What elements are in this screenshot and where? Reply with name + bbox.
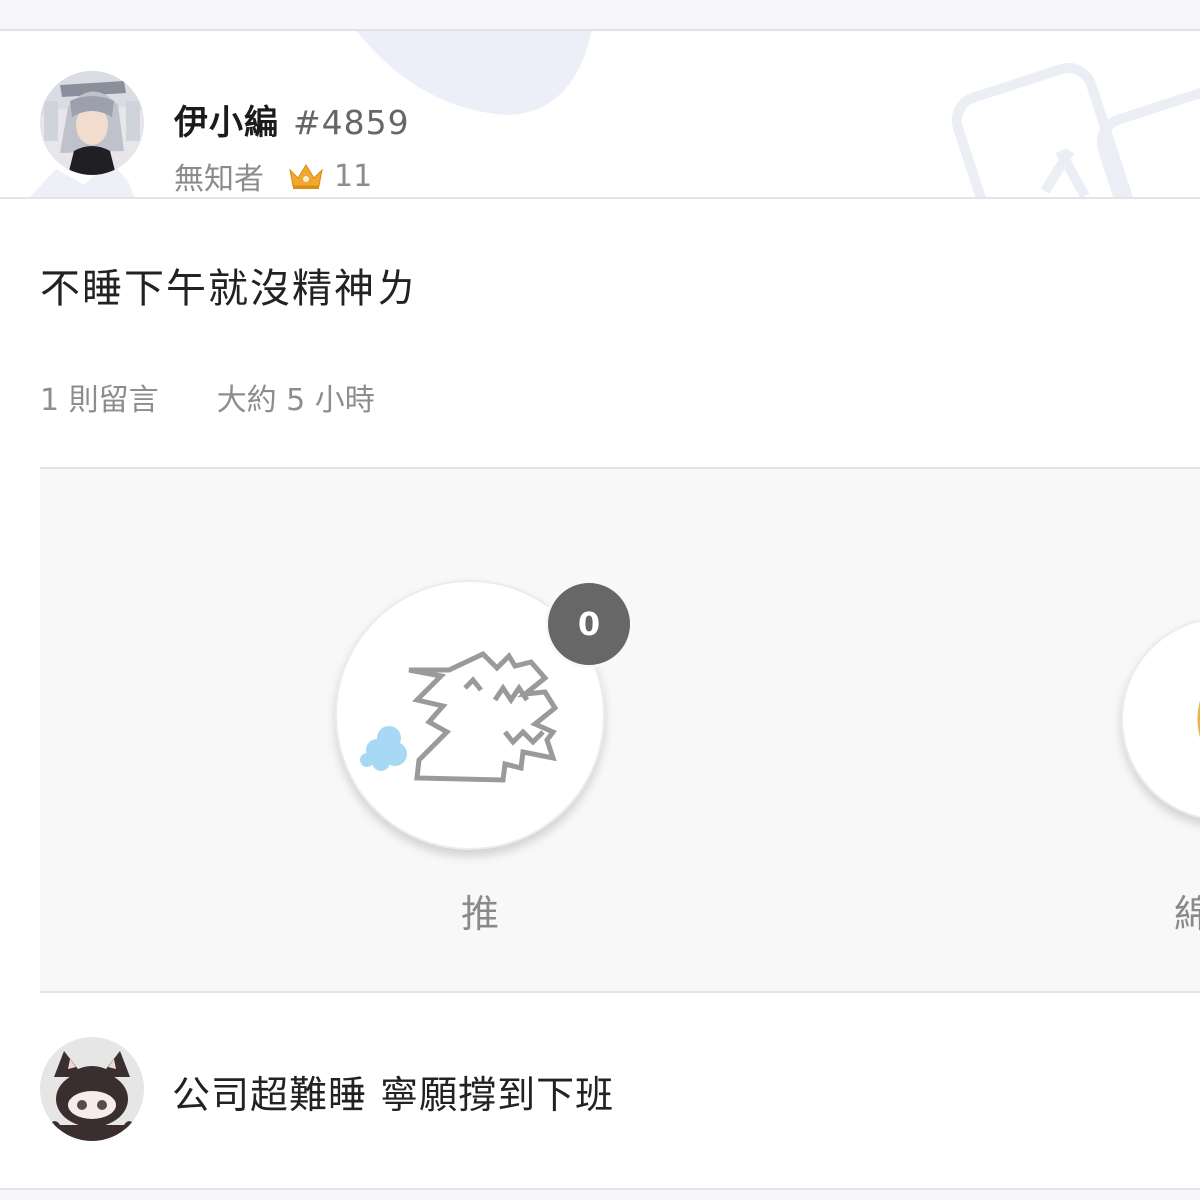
reaction-icon bbox=[1197, 700, 1200, 738]
comment-count[interactable]: 1 則留言 bbox=[40, 383, 159, 418]
second-reaction-label: 綿 bbox=[1174, 883, 1200, 938]
top-strip bbox=[0, 0, 1200, 31]
post-stats: 1 則留言 大約 5 小時 bbox=[40, 375, 375, 419]
crown-icon bbox=[289, 164, 323, 189]
author-title: 無知者 bbox=[174, 162, 264, 197]
author-avatar[interactable] bbox=[40, 71, 144, 175]
commenter-avatar-image bbox=[40, 1037, 144, 1141]
author-meta: 無知者 11 bbox=[174, 154, 372, 198]
author-name-text: 伊小編 bbox=[174, 103, 279, 143]
commenter-avatar[interactable] bbox=[40, 1037, 144, 1141]
author-uid: #4859 bbox=[293, 103, 410, 142]
bottom-strip bbox=[0, 1190, 1200, 1200]
post-page: 伊小編 #4859 無知者 11 不睡下午就沒精神ㄌ 1 則留言 大約 5 小時 bbox=[0, 0, 1200, 1200]
second-reaction-button[interactable] bbox=[1121, 617, 1200, 821]
push-reaction-count: 0 bbox=[545, 580, 633, 668]
post-time: 大約 5 小時 bbox=[216, 383, 375, 418]
post-header: 伊小編 #4859 無知者 11 bbox=[0, 31, 1200, 199]
post-title: 不睡下午就沒精神ㄌ bbox=[40, 266, 418, 312]
push-reaction-label: 推 bbox=[460, 892, 499, 936]
author-level: 11 bbox=[334, 158, 373, 194]
author-avatar-image bbox=[40, 71, 144, 175]
author-name[interactable]: 伊小編 #4859 bbox=[174, 95, 410, 144]
reaction-panel: 0 推 綿 bbox=[40, 467, 1200, 993]
comment-text: 公司超難睡 寧願撐到下班 bbox=[172, 1073, 615, 1117]
